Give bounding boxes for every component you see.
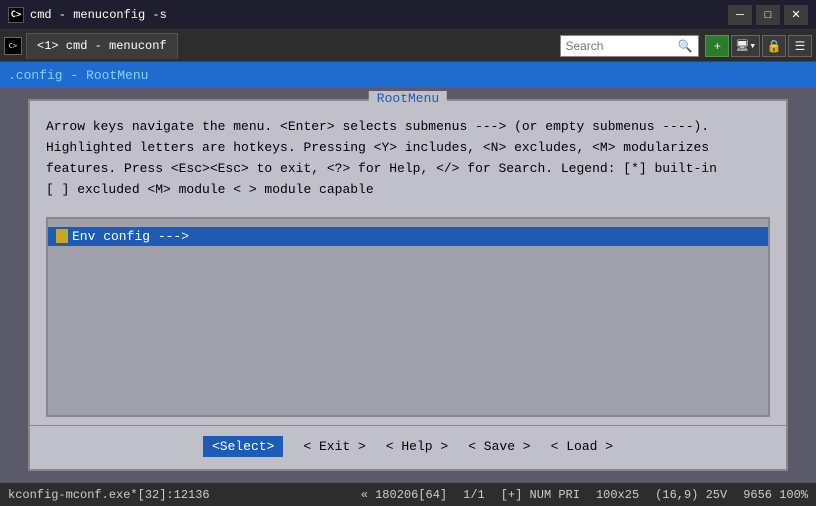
monitor-dropdown-arrow: ▾ bbox=[749, 39, 756, 53]
close-button[interactable]: ✕ bbox=[784, 5, 808, 25]
terminal-area: RootMenu Arrow keys navigate the menu. <… bbox=[0, 88, 816, 482]
monitor-icon: 🖥 bbox=[735, 39, 749, 53]
help-button[interactable]: < Help > bbox=[386, 439, 448, 454]
breadcrumb-bar: .config - RootMenu bbox=[0, 62, 816, 88]
exit-button[interactable]: < Exit > bbox=[303, 439, 365, 454]
toolbar-icons: + 🖥 ▾ 🔒 ☰ bbox=[705, 35, 812, 57]
help-text: Arrow keys navigate the menu. <Enter> se… bbox=[30, 101, 786, 208]
search-icon-button[interactable]: 🔍 bbox=[675, 39, 694, 53]
menu-button[interactable]: ☰ bbox=[788, 35, 812, 57]
status-flags: [+] NUM PRI bbox=[501, 488, 580, 502]
breadcrumb: .config - RootMenu bbox=[8, 68, 148, 83]
title-bar-title: cmd - menuconfig -s bbox=[30, 8, 728, 22]
monitor-dropdown[interactable]: 🖥 ▾ bbox=[731, 35, 760, 57]
search-box: 🔍 bbox=[560, 35, 699, 57]
search-input[interactable] bbox=[565, 39, 675, 53]
menu-items-area: Env config ---> bbox=[46, 217, 770, 417]
menu-item[interactable]: Env config ---> bbox=[48, 227, 768, 246]
minimize-button[interactable]: ─ bbox=[728, 5, 752, 25]
status-coords: (16,9) 25V bbox=[655, 488, 727, 502]
status-right: « 180206[64] 1/1 [+] NUM PRI 100x25 (16,… bbox=[361, 488, 808, 502]
title-bar: C> cmd - menuconfig -s ─ □ ✕ bbox=[0, 0, 816, 30]
title-bar-controls: ─ □ ✕ bbox=[728, 5, 808, 25]
load-button[interactable]: < Load > bbox=[551, 439, 613, 454]
save-button[interactable]: < Save > bbox=[468, 439, 530, 454]
status-left: kconfig-mconf.exe*[32]:12136 bbox=[8, 488, 361, 502]
tab-icon: C> bbox=[4, 37, 22, 55]
menu-item-marker bbox=[56, 229, 68, 243]
select-button[interactable]: <Select> bbox=[203, 436, 283, 457]
panel-title: RootMenu bbox=[369, 91, 447, 106]
status-bar: kconfig-mconf.exe*[32]:12136 « 180206[64… bbox=[0, 482, 816, 506]
status-size: 100x25 bbox=[596, 488, 639, 502]
lock-button[interactable]: 🔒 bbox=[762, 35, 786, 57]
status-revision: « 180206[64] bbox=[361, 488, 447, 502]
button-bar: <Select> < Exit > < Help > < Save > < Lo… bbox=[30, 425, 786, 469]
status-extra: 9656 100% bbox=[743, 488, 808, 502]
main-tab[interactable]: <1> cmd - menuconf bbox=[26, 33, 178, 59]
tab-bar: C> <1> cmd - menuconf 🔍 + 🖥 ▾ 🔒 ☰ bbox=[0, 30, 816, 62]
restore-button[interactable]: □ bbox=[756, 5, 780, 25]
status-position: 1/1 bbox=[463, 488, 485, 502]
menu-item-label: Env config ---> bbox=[72, 229, 189, 244]
add-button[interactable]: + bbox=[705, 35, 729, 57]
title-bar-icon: C> bbox=[8, 7, 24, 23]
menu-panel: RootMenu Arrow keys navigate the menu. <… bbox=[28, 99, 788, 470]
